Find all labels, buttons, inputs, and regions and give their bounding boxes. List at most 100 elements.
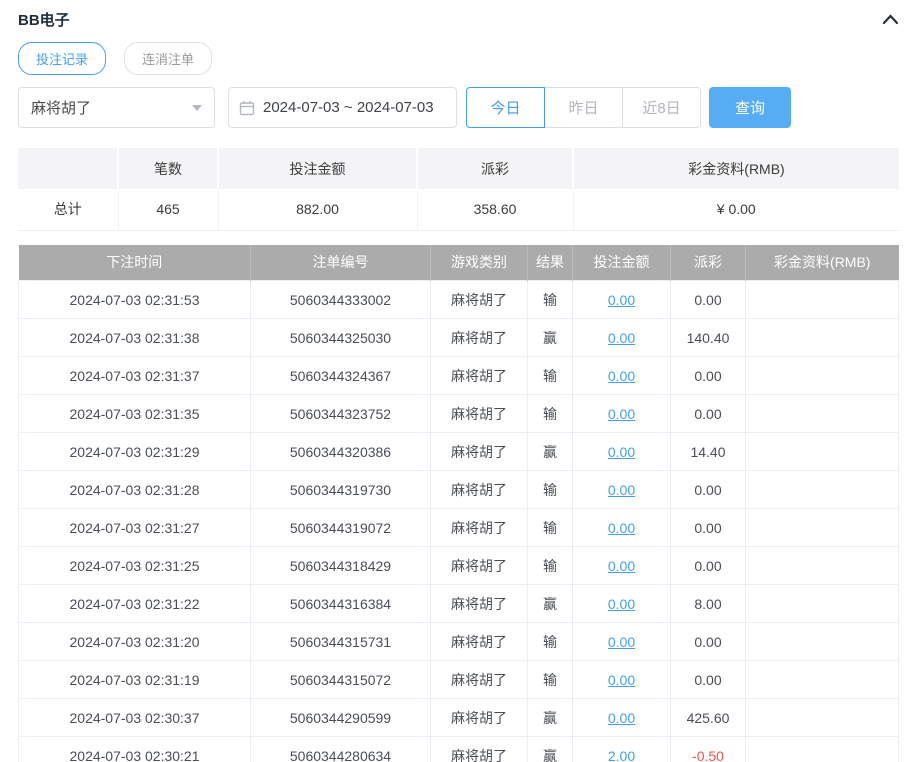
cell-result: 输: [527, 280, 573, 319]
cell-result: 输: [527, 508, 573, 547]
cell-bet-time: 2024-07-03 02:31:29: [18, 432, 251, 471]
quick-range-last8days[interactable]: 近8日: [622, 87, 701, 128]
summary-total-row: 总计 465 882.00 358.60 ¥ 0.00: [18, 189, 899, 231]
cell-jackpot: [745, 546, 899, 585]
bet-amount-link[interactable]: 0.00: [608, 520, 635, 536]
cell-bet-amount: 2.00: [572, 736, 671, 762]
cell-game-category: 麻将胡了: [430, 546, 528, 585]
cell-bet-time: 2024-07-03 02:31:53: [18, 280, 251, 319]
summary-total-count: 465: [118, 189, 219, 231]
chevron-up-icon: [882, 14, 899, 25]
date-range-picker[interactable]: 2024-07-03 ~ 2024-07-03: [228, 87, 457, 128]
game-select-value: 麻将胡了: [31, 100, 92, 117]
cell-game-category: 麻将胡了: [430, 698, 528, 737]
bet-amount-link[interactable]: 0.00: [608, 368, 635, 384]
cell-payout: 0.00: [670, 394, 746, 433]
cell-bet-time: 2024-07-03 02:31:38: [18, 318, 251, 357]
tab-bet-records[interactable]: 投注记录: [18, 42, 107, 75]
summary-header-blank: [18, 148, 118, 189]
bet-amount-link[interactable]: 0.00: [608, 672, 635, 688]
quick-range-group: 今日 昨日 近8日: [466, 87, 701, 128]
cell-game-category: 麻将胡了: [430, 584, 528, 623]
column-header: 注单编号: [250, 244, 431, 281]
cell-bet-amount: 0.00: [572, 508, 671, 547]
cell-bet-time: 2024-07-03 02:30:21: [18, 736, 251, 762]
cell-jackpot: [745, 280, 899, 319]
column-header: 派彩: [670, 244, 746, 281]
cell-jackpot: [745, 508, 899, 547]
cell-bet-amount: 0.00: [572, 280, 671, 319]
cell-game-category: 麻将胡了: [430, 508, 528, 547]
bet-amount-link[interactable]: 0.00: [608, 710, 635, 726]
cell-payout: -0.50: [670, 736, 746, 762]
bet-amount-link[interactable]: 0.00: [608, 482, 635, 498]
cell-result: 输: [527, 470, 573, 509]
column-header: 彩金资料(RMB): [745, 244, 899, 281]
summary-total-bet-amount: 882.00: [218, 189, 418, 231]
cell-game-category: 麻将胡了: [430, 736, 528, 762]
cell-bet-amount: 0.00: [572, 318, 671, 357]
cell-payout: 140.40: [670, 318, 746, 357]
table-row: 2024-07-03 02:31:22 5060344316384 麻将胡了 赢…: [18, 584, 899, 623]
quick-range-today[interactable]: 今日: [466, 87, 545, 128]
cell-game-category: 麻将胡了: [430, 432, 528, 471]
cell-order-number: 5060344319072: [250, 508, 431, 547]
bet-amount-link[interactable]: 0.00: [608, 596, 635, 612]
cell-payout: 0.00: [670, 508, 746, 547]
cell-result: 输: [527, 660, 573, 699]
column-header: 投注金额: [572, 244, 671, 281]
table-row: 2024-07-03 02:31:37 5060344324367 麻将胡了 输…: [18, 356, 899, 395]
column-header: 下注时间: [18, 244, 251, 281]
summary-header-jackpot: 彩金资料(RMB): [572, 148, 899, 189]
cell-order-number: 5060344316384: [250, 584, 431, 623]
cell-bet-time: 2024-07-03 02:31:28: [18, 470, 251, 509]
bet-amount-link[interactable]: 0.00: [608, 558, 635, 574]
cell-result: 输: [527, 546, 573, 585]
cell-jackpot: [745, 318, 899, 357]
cell-bet-time: 2024-07-03 02:31:22: [18, 584, 251, 623]
cell-game-category: 麻将胡了: [430, 318, 528, 357]
cell-payout: 0.00: [670, 660, 746, 699]
summary-table: 笔数 投注金额 派彩 彩金资料(RMB) 总计 465 882.00 358.6…: [18, 148, 899, 231]
cell-jackpot: [745, 584, 899, 623]
quick-range-yesterday[interactable]: 昨日: [544, 87, 623, 128]
query-button[interactable]: 查询: [709, 87, 791, 128]
table-row: 2024-07-03 02:30:21 5060344280634 麻将胡了 赢…: [18, 736, 899, 762]
table-row: 2024-07-03 02:31:35 5060344323752 麻将胡了 输…: [18, 394, 899, 433]
cell-payout: 8.00: [670, 584, 746, 623]
summary-total-jackpot: ¥ 0.00: [573, 189, 899, 231]
bet-amount-link[interactable]: 0.00: [608, 444, 635, 460]
bet-amount-link[interactable]: 0.00: [608, 292, 635, 308]
tab-bar: 投注记录 连消注单: [18, 42, 899, 75]
cell-order-number: 5060344315731: [250, 622, 431, 661]
panel-title: BB电子: [18, 11, 70, 29]
cell-order-number: 5060344325030: [250, 318, 431, 357]
bet-amount-link[interactable]: 0.00: [608, 634, 635, 650]
bet-amount-link[interactable]: 0.00: [608, 406, 635, 422]
filter-bar: 麻将胡了 2024-07-03 ~ 2024-07-03 今日 昨日 近8日 查…: [18, 87, 899, 128]
table-row: 2024-07-03 02:31:25 5060344318429 麻将胡了 输…: [18, 546, 899, 585]
date-range-value: 2024-07-03 ~ 2024-07-03: [263, 99, 434, 116]
table-row: 2024-07-03 02:31:28 5060344319730 麻将胡了 输…: [18, 470, 899, 509]
bet-table-body: 2024-07-03 02:31:53 5060344333002 麻将胡了 输…: [18, 280, 899, 762]
cell-result: 赢: [527, 736, 573, 762]
tab-cancelled-orders[interactable]: 连消注单: [124, 42, 213, 75]
bet-table-header-row: 下注时间 注单编号 游戏类别 结果 投注金额 派彩 彩金资料(RMB): [18, 244, 899, 281]
game-select[interactable]: 麻将胡了: [18, 87, 215, 128]
cell-result: 赢: [527, 432, 573, 471]
cell-order-number: 5060344323752: [250, 394, 431, 433]
cell-result: 赢: [527, 318, 573, 357]
cell-payout: 0.00: [670, 546, 746, 585]
calendar-icon: [239, 100, 255, 115]
cell-bet-amount: 0.00: [572, 622, 671, 661]
bet-amount-link[interactable]: 2.00: [608, 748, 635, 762]
cell-bet-amount: 0.00: [572, 432, 671, 471]
bet-amount-link[interactable]: 0.00: [608, 330, 635, 346]
cell-bet-time: 2024-07-03 02:30:37: [18, 698, 251, 737]
cell-bet-time: 2024-07-03 02:31:19: [18, 660, 251, 699]
cell-payout: 14.40: [670, 432, 746, 471]
summary-total-payout: 358.60: [417, 189, 574, 231]
summary-total-label: 总计: [18, 189, 119, 231]
bet-table: 下注时间 注单编号 游戏类别 结果 投注金额 派彩 彩金资料(RMB) 2024-07-03…: [18, 244, 899, 762]
collapse-button[interactable]: [882, 13, 899, 25]
